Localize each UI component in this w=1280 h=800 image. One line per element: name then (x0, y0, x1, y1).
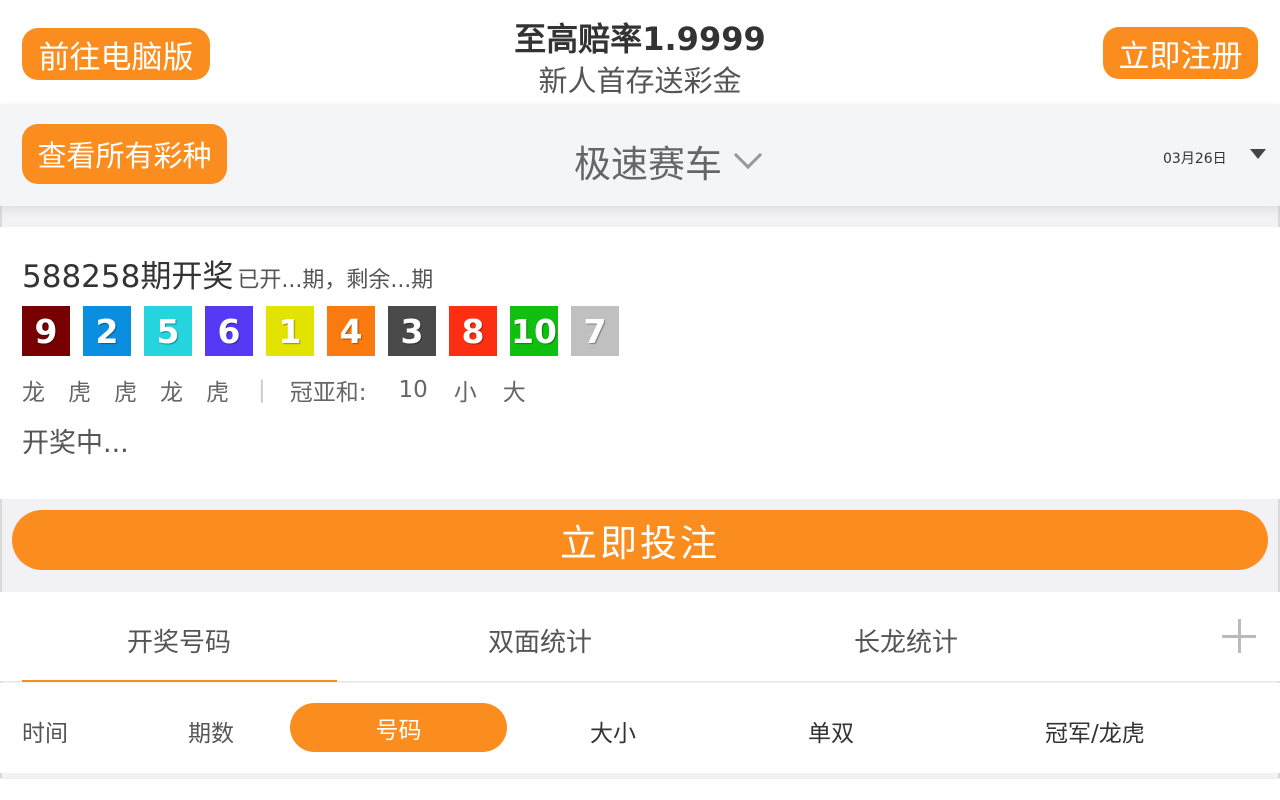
lottery-bar: 查看所有彩种 极速赛车 03月26日 (0, 104, 1280, 206)
tab-two-sided[interactable]: 双面统计 (488, 622, 592, 659)
result-card: 588258期开奖 已开...期，剩余...期 9 2 5 6 1 4 3 8 … (0, 227, 1280, 499)
ball: 9 (22, 306, 70, 356)
register-button[interactable]: 立即注册 (1103, 27, 1258, 79)
promo-title: 至高赔率1.9999 (514, 20, 766, 58)
dragon-tiger-result: 龙 (22, 380, 45, 406)
active-tab-indicator (22, 680, 337, 682)
dragon-tiger-result: 虎 (206, 380, 229, 406)
bet-button[interactable]: 立即投注 (12, 510, 1268, 570)
subtab-time[interactable]: 时间 (22, 714, 68, 748)
sum-label: 冠亚和: (289, 380, 367, 406)
promo-subtitle: 新人首存送彩金 (538, 64, 742, 98)
sum-value: 10 (398, 377, 428, 403)
draw-status: 开奖中... (22, 428, 129, 459)
subtab-size[interactable]: 大小 (590, 714, 636, 748)
list-top-edge (0, 778, 1280, 800)
all-lottery-button[interactable]: 查看所有彩种 (22, 124, 227, 184)
subtab-odd-even[interactable]: 单双 (808, 714, 854, 748)
result-balls: 9 2 5 6 1 4 3 8 10 7 (22, 306, 632, 356)
separator: | (258, 377, 266, 403)
dragon-tiger-result: 虎 (114, 380, 137, 406)
plus-icon[interactable] (1222, 619, 1256, 653)
ball: 1 (266, 306, 314, 356)
subtabs-bar: 时间 期数 号码 大小 单双 冠军/龙虎 (0, 683, 1280, 773)
sum-size: 小 (453, 380, 477, 406)
ball: 10 (510, 306, 558, 356)
lottery-name: 极速赛车 (574, 143, 722, 186)
ball: 8 (449, 306, 497, 356)
issue-progress: 已开...期，剩余...期 (237, 268, 434, 293)
subtab-champion[interactable]: 冠军/龙虎 (1045, 714, 1145, 748)
caret-down-icon[interactable] (1250, 149, 1266, 159)
ball: 2 (83, 306, 131, 356)
dragon-tiger-result: 虎 (68, 380, 91, 406)
date-select[interactable]: 03月26日 (1163, 148, 1227, 168)
tabs-bar: 开奖号码 双面统计 长龙统计 (0, 592, 1280, 682)
ball: 6 (205, 306, 253, 356)
tab-draw-numbers[interactable]: 开奖号码 (127, 622, 231, 659)
dragon-tiger-result: 龙 (160, 380, 183, 406)
sum-odd-even: 大 (502, 380, 526, 406)
ball: 7 (571, 306, 619, 356)
issue-number: 588258期开奖 (22, 259, 234, 295)
issue-line: 588258期开奖 已开...期，剩余...期 (22, 251, 433, 296)
stats-line: 龙 虎 虎 龙 虎 | 冠亚和: 10 小 大 (22, 373, 552, 407)
subtab-number[interactable]: 号码 (290, 703, 507, 752)
ball: 5 (144, 306, 192, 356)
ball: 3 (388, 306, 436, 356)
chevron-down-icon (733, 140, 763, 170)
top-header: 前往电脑版 至高赔率1.9999 新人首存送彩金 立即注册 (0, 0, 1280, 104)
lottery-selector[interactable]: 极速赛车 (574, 134, 763, 188)
ball: 4 (327, 306, 375, 356)
subtab-issue[interactable]: 期数 (188, 714, 234, 748)
tab-long-dragon[interactable]: 长龙统计 (854, 622, 958, 659)
